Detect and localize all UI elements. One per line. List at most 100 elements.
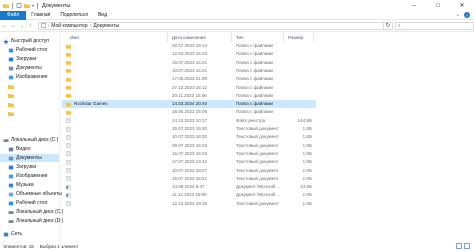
- sidebar-item[interactable]: [8, 82, 16, 90]
- file-row[interactable]: 15.07.2023 16:23 Текстовый документ 1 КБ: [62, 150, 316, 158]
- address-bar[interactable]: › Мой компьютер › Документы: [37, 21, 385, 30]
- text-file-icon: [66, 168, 71, 173]
- sidebar-item-label: Изображения: [16, 74, 48, 80]
- breadcrumb-item[interactable]: Мой компьютер: [51, 23, 87, 29]
- sidebar-item[interactable]: Документы: [0, 154, 59, 162]
- tab-file[interactable]: Файл: [0, 10, 27, 20]
- file-row[interactable]: 02.07.2023 19:14 Папка с файлами: [62, 42, 316, 50]
- up-button[interactable]: ↑: [26, 21, 35, 30]
- refresh-button[interactable]: ↻: [384, 21, 393, 30]
- column-header-date[interactable]: Дата изменения: [170, 33, 232, 42]
- sidebar-item-label: Локальный диск (D:): [16, 218, 64, 224]
- search-input[interactable]: ⌕: [394, 21, 474, 30]
- sidebar-item[interactable]: Локальный диск (D:): [8, 217, 63, 225]
- file-row[interactable]: 16.05.2023 15:09 Папка с файлами: [62, 108, 316, 116]
- sidebar-item[interactable]: Изображения: [8, 73, 47, 81]
- file-date: 14.03.2024 20:40: [172, 101, 208, 107]
- column-header-size[interactable]: Размер: [286, 33, 314, 42]
- details-view-icon[interactable]: [456, 243, 462, 249]
- chevron-down-icon[interactable]: ⌄: [456, 12, 460, 18]
- back-button[interactable]: ←: [0, 21, 9, 30]
- breadcrumb-item[interactable]: Документы: [93, 23, 119, 29]
- column-header-type[interactable]: Тип: [234, 33, 284, 42]
- tab-share[interactable]: Поделиться: [55, 11, 93, 20]
- folder-icon: [66, 60, 71, 65]
- file-row[interactable]: Rockstar Games 14.03.2024 20:40 Папка с фа…: [62, 100, 316, 109]
- folder-icon: [66, 77, 71, 82]
- folder-icon: [66, 110, 71, 115]
- file-row[interactable]: 10.07.2023 16:20 Текстовый документ 1 КБ: [62, 133, 316, 141]
- file-size: [284, 84, 312, 92]
- sidebar-item[interactable]: [8, 109, 16, 117]
- forward-button[interactable]: →: [9, 21, 18, 30]
- file-name: [74, 167, 168, 175]
- file-row[interactable]: 14.08.2024 9:47 Документ Microsoft ... 13 …: [62, 183, 316, 191]
- sidebar-item[interactable]: Быстрый доступ: [3, 37, 49, 45]
- folder-icon: [8, 93, 14, 98]
- text-file-icon: [66, 143, 71, 148]
- file-row[interactable]: 14.10.2023 10:17 Файл реестра 144 КБ: [62, 117, 316, 125]
- file-row[interactable]: 15.07.2023 16:20 Текстовый документ 1 КБ: [62, 125, 316, 133]
- tab-view[interactable]: Вид: [93, 11, 112, 20]
- file-date: 15.07.2023 16:23: [172, 150, 208, 156]
- sidebar-item[interactable]: Видео: [8, 145, 31, 153]
- file-size: [284, 100, 312, 108]
- file-row[interactable]: 10.07.2023 16:21 Папка с файлами: [62, 67, 316, 75]
- title-bar: ▾ Документы – □ ✕: [0, 0, 474, 11]
- file-row[interactable]: 17.05.2023 21:09 Папка с файлами: [62, 75, 316, 83]
- column-header-name[interactable]: Имя: [68, 33, 168, 42]
- network-icon: [3, 232, 9, 236]
- file-date: 12.03.2023 15:23: [172, 51, 208, 57]
- file-type: Папка с файлами: [236, 43, 273, 48]
- sidebar-item[interactable]: Локальный диск (C:): [3, 136, 58, 144]
- folder-icon: [66, 102, 71, 107]
- file-row[interactable]: 12.10.2023 19:19 Текстовый документ 1 КБ: [62, 200, 316, 208]
- file-date: 17.07.2023 13:42: [172, 159, 208, 165]
- text-file-icon: [66, 126, 71, 132]
- file-size: 1 КБ: [302, 175, 312, 181]
- file-row[interactable]: 10.07.2023 19:27 Текстовый документ 1 КБ: [62, 167, 316, 175]
- sidebar-item[interactable]: Документы: [8, 64, 42, 72]
- sidebar-item[interactable]: Локальный диск (C:): [8, 208, 63, 216]
- recent-locations-button[interactable]: ⌄: [17, 21, 26, 30]
- sidebar-item[interactable]: Рабочий стол: [8, 46, 47, 54]
- toolbar-separator: [37, 2, 39, 9]
- new-folder-icon[interactable]: [24, 3, 30, 8]
- folder-icon: [66, 44, 71, 49]
- sidebar-item-label: Сеть: [11, 231, 23, 237]
- sidebar-item[interactable]: Музыка: [8, 181, 34, 189]
- sidebar-item-label: Музыка: [16, 182, 34, 188]
- file-row[interactable]: 27.12.2023 16:12 Папка с файлами: [62, 84, 316, 92]
- help-icon[interactable]: ?: [464, 12, 470, 18]
- sidebar-item[interactable]: Объемные объекты: [8, 190, 62, 198]
- file-row[interactable]: 20.11.2023 15:06 Папка с файлами: [62, 92, 316, 100]
- file-date: 16.05.2023 15:09: [172, 109, 208, 115]
- status-bar: Элементов: 18 Выбран 1 элемент: [0, 241, 474, 251]
- sidebar-item[interactable]: Рабочий стол: [8, 199, 47, 207]
- properties-icon[interactable]: [16, 3, 22, 8]
- file-row[interactable]: 15.07.2023 15:21 Текстовый документ 1 КБ: [62, 175, 316, 183]
- file-size: [284, 59, 312, 67]
- file-row[interactable]: 17.07.2023 13:42 Текстовый документ 1 КБ: [62, 158, 316, 166]
- large-icons-view-icon[interactable]: [464, 243, 470, 249]
- minimize-button[interactable]: –: [402, 0, 426, 11]
- maximize-button[interactable]: □: [426, 0, 450, 11]
- file-row[interactable]: 15.07.2023 16:21 Папка с файлами: [62, 59, 316, 67]
- download-icon: [8, 165, 14, 169]
- file-row[interactable]: 12.03.2023 15:23 Папка с файлами: [62, 50, 316, 58]
- tab-home[interactable]: Главная: [26, 11, 55, 20]
- file-date: 02.07.2023 19:14: [172, 43, 208, 48]
- sidebar-item[interactable]: [8, 91, 16, 99]
- sidebar-item[interactable]: [8, 100, 16, 108]
- file-type: Текстовый документ: [236, 134, 279, 140]
- file-name: [74, 67, 168, 75]
- file-row[interactable]: 11.12.2023 19:06 Документ Microsoft ... 1 …: [62, 191, 316, 199]
- close-button[interactable]: ✕: [450, 0, 474, 11]
- file-row[interactable]: 09.07.2023 16:23 Текстовый документ 1 КБ: [62, 142, 316, 150]
- sidebar-item[interactable]: Изображения: [8, 172, 47, 180]
- file-type: Папка с файлами: [236, 51, 273, 57]
- sidebar-item[interactable]: Загрузки: [8, 163, 36, 171]
- chevron-down-icon[interactable]: ▾: [32, 3, 34, 8]
- sidebar-item[interactable]: Загрузки: [8, 55, 36, 63]
- sidebar-item[interactable]: Сеть: [3, 230, 22, 238]
